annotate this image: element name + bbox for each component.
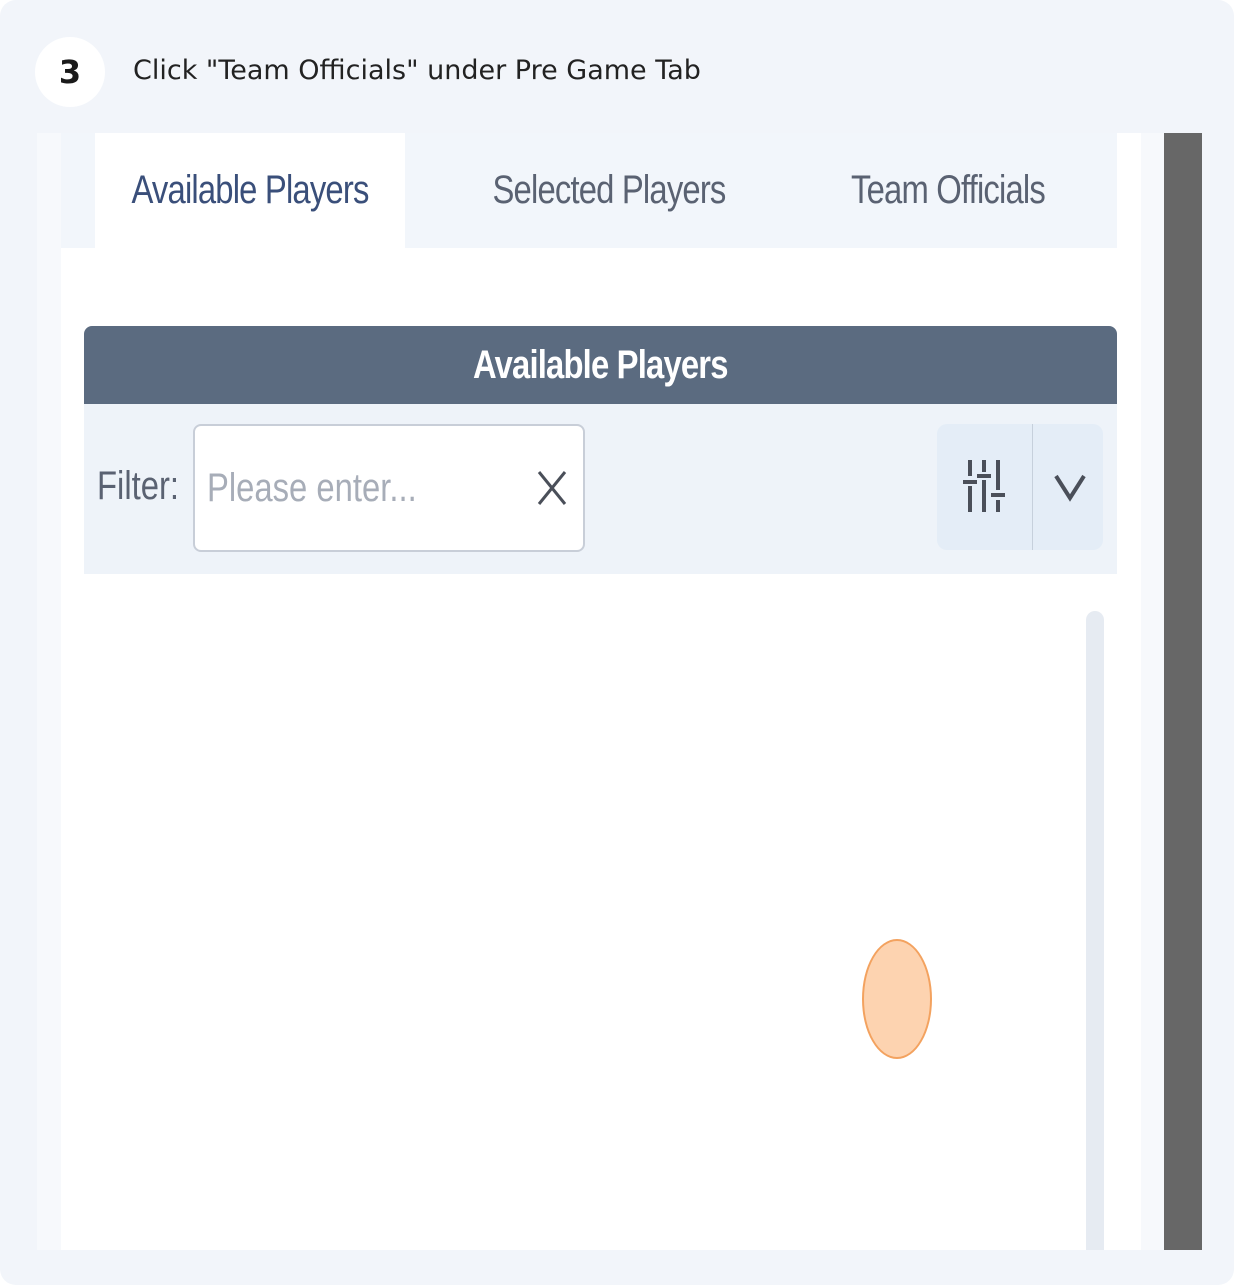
- click-indicator: [862, 939, 932, 1059]
- filter-bar: Filter: Please enter...: [84, 404, 1117, 574]
- filter-input[interactable]: Please enter...: [193, 424, 585, 552]
- filter-tools: [937, 424, 1103, 550]
- chevron-down-icon[interactable]: [1052, 466, 1088, 506]
- tab-team-officials[interactable]: Team Officials: [809, 133, 1086, 248]
- section-header: Available Players: [84, 326, 1117, 404]
- tutorial-step-card: 3 Click "Team Officials" under Pre Game …: [0, 0, 1234, 1285]
- section-title: Available Players: [473, 342, 729, 387]
- step-number-badge: 3: [35, 37, 105, 107]
- close-icon[interactable]: [535, 466, 569, 510]
- list-scrollbar[interactable]: [1086, 611, 1104, 1250]
- players-panel: [61, 133, 1141, 1250]
- filter-placeholder: Please enter...: [207, 466, 417, 510]
- tab-available-players[interactable]: Available Players: [95, 133, 405, 248]
- tab-selected-players[interactable]: Selected Players: [470, 133, 749, 248]
- filter-label: Filter:: [97, 464, 179, 508]
- player-tabs: Available Players Selected Players Team …: [61, 133, 1117, 248]
- screenshot-area: Available Players Selected Players Team …: [37, 133, 1202, 1250]
- step-instruction: Click "Team Officials" under Pre Game Ta…: [133, 55, 701, 86]
- tool-divider: [1032, 424, 1033, 550]
- page-scrollbar[interactable]: [1164, 133, 1202, 1250]
- sliders-icon[interactable]: [962, 456, 1006, 516]
